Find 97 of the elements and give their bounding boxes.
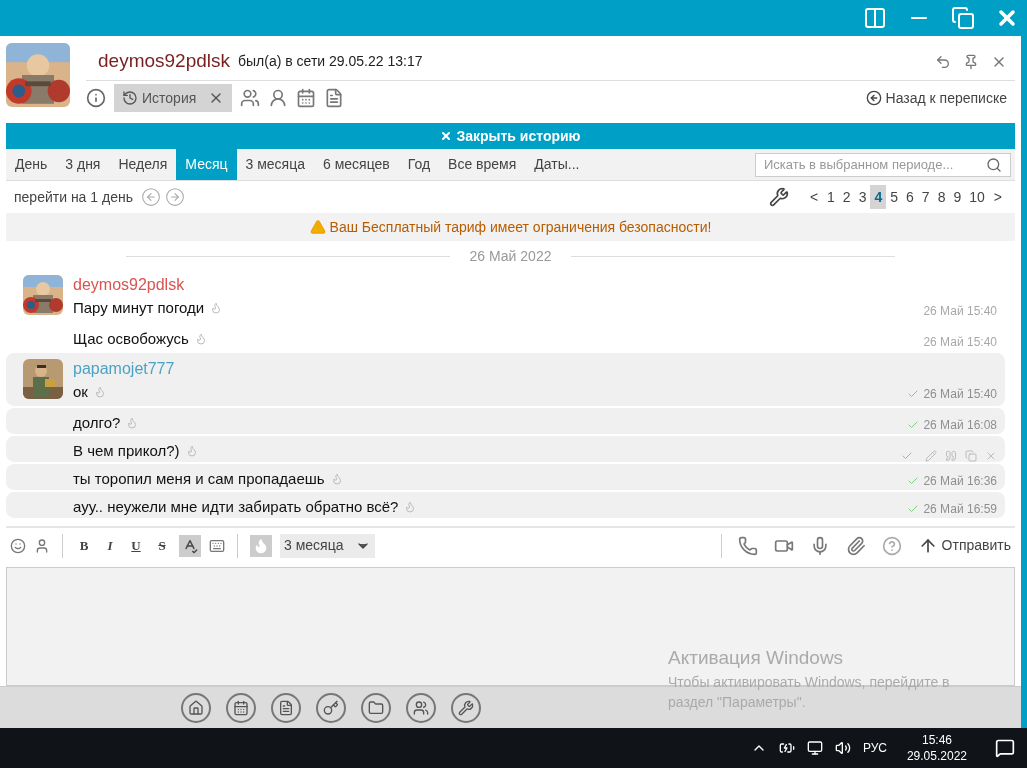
history-label: История (142, 88, 197, 108)
message-text: Пару минут погоди (73, 298, 205, 318)
message-text: В чем прикол?) (73, 440, 180, 461)
message-text: ты торопил меня и сам пропадаешь (73, 468, 325, 489)
info-icon[interactable] (86, 88, 106, 108)
battery-icon[interactable] (778, 740, 795, 756)
emoji-icon[interactable] (10, 537, 26, 554)
help-icon[interactable] (881, 535, 902, 556)
flame-icon (210, 302, 223, 315)
back-link[interactable]: Назад к переписке (865, 87, 1007, 109)
phone-icon[interactable] (737, 535, 758, 556)
flame-icon (194, 333, 207, 346)
format-button[interactable]: B (75, 536, 93, 556)
settings-icon[interactable] (451, 692, 481, 723)
split-view-icon[interactable] (863, 6, 887, 30)
folder-icon[interactable] (361, 692, 391, 723)
period-tab[interactable]: Год (398, 149, 440, 180)
notifications-icon[interactable] (995, 738, 1015, 758)
goto-label: перейти на 1 день (14, 187, 133, 207)
page-number[interactable]: 10 (965, 185, 989, 209)
calendar-icon[interactable] (296, 88, 316, 108)
message-time: 26 Май 16:59 (923, 501, 997, 518)
period-tab[interactable]: День (6, 149, 57, 180)
period-tab[interactable]: Даты... (525, 149, 589, 180)
back-icon (865, 90, 882, 106)
message-time: 26 Май 15:40 (923, 386, 997, 403)
author-name: deymos92pdlsk (73, 275, 186, 295)
page-number[interactable]: 3 (854, 185, 871, 209)
undo-icon[interactable] (935, 53, 951, 70)
burn-period-dropdown[interactable]: 3 месяца (280, 533, 376, 558)
date-divider: 26 Май 2022 (468, 246, 553, 266)
period-tab[interactable]: 3 месяца (236, 149, 314, 180)
flame-icon (404, 500, 417, 513)
message-time: 26 Май 15:40 (923, 302, 997, 320)
message-text: ауу.. неужели мне идти забирать обратно всё? (73, 496, 399, 517)
contact-name: deymos92pdlsk (98, 49, 231, 74)
volume-icon[interactable] (834, 740, 851, 756)
home-icon[interactable] (181, 692, 211, 723)
keyboard-icon[interactable] (209, 537, 225, 554)
format-button[interactable]: U (127, 536, 145, 556)
note-icon[interactable] (271, 692, 301, 723)
calendar-icon[interactable] (226, 692, 256, 723)
spellcheck-icon (182, 537, 198, 554)
search-field[interactable]: Искать в выбранном периоде... (755, 152, 1011, 177)
previous-page[interactable]: < (804, 186, 824, 208)
warning-text: Ваш Бесплатный тариф имеет ограничения безопасности! (329, 217, 712, 237)
activation-title: Активация Windows (668, 645, 845, 670)
page-number[interactable]: 7 (917, 185, 934, 209)
contact-icon[interactable] (34, 537, 50, 554)
page-number[interactable]: 9 (949, 185, 966, 209)
history-icon (122, 90, 138, 106)
flame-icon (185, 444, 198, 457)
clock[interactable]: 15:46 29.05.2022 (906, 732, 967, 764)
language-indicator[interactable]: РУС (862, 739, 887, 757)
next-page[interactable]: > (988, 186, 1007, 208)
search-icon[interactable] (986, 156, 1002, 173)
page-number[interactable]: 4 (870, 185, 887, 209)
message-text: Щас освобожусь (73, 329, 189, 349)
message-time: 26 Май 16:36 (923, 473, 997, 490)
clock-time: 15:46 (921, 732, 952, 748)
message-text: долго? (73, 412, 121, 433)
close-icon (440, 130, 453, 142)
period-tab[interactable]: Неделя (109, 149, 177, 180)
attachment-icon[interactable] (845, 535, 866, 556)
clock-date: 29.05.2022 (906, 748, 967, 764)
users-icon[interactable] (406, 692, 436, 723)
history-tab[interactable]: История (114, 84, 232, 112)
users-icon[interactable] (240, 88, 260, 108)
author-name: papamojet777 (73, 358, 175, 379)
user-icon[interactable] (268, 88, 288, 108)
key-icon[interactable] (316, 692, 346, 723)
flame-icon (330, 472, 343, 485)
message-text: ок (73, 381, 88, 402)
pin-icon[interactable] (963, 53, 979, 70)
note-icon[interactable] (324, 88, 344, 108)
page-number[interactable]: 2 (838, 185, 855, 209)
flame-icon (93, 385, 106, 398)
flame-icon (126, 416, 139, 429)
restore-icon[interactable] (951, 6, 975, 30)
format-button[interactable]: I (101, 536, 119, 556)
page-number[interactable]: 8 (933, 185, 950, 209)
send-button[interactable]: Отправить (917, 535, 1011, 557)
settings-icon[interactable] (768, 187, 789, 207)
period-tab[interactable]: 6 месяцев (314, 149, 399, 180)
message-time: 26 Май 16:08 (923, 417, 997, 434)
page-number[interactable]: 6 (902, 185, 918, 209)
page-number[interactable]: 5 (886, 185, 903, 209)
spellcheck-button[interactable] (179, 534, 201, 557)
contact-status: был(а) в сети 29.05.22 13:17 (238, 52, 423, 71)
flame-icon (253, 537, 269, 554)
format-button[interactable]: S (153, 536, 171, 556)
warning-icon (309, 219, 326, 235)
message-time: 26 Май 15:40 (923, 333, 997, 351)
period-tab[interactable]: 3 дня (56, 149, 110, 180)
period-tab[interactable]: Все время (439, 149, 526, 180)
network-icon[interactable] (806, 740, 823, 756)
page-number[interactable]: 1 (823, 185, 839, 209)
